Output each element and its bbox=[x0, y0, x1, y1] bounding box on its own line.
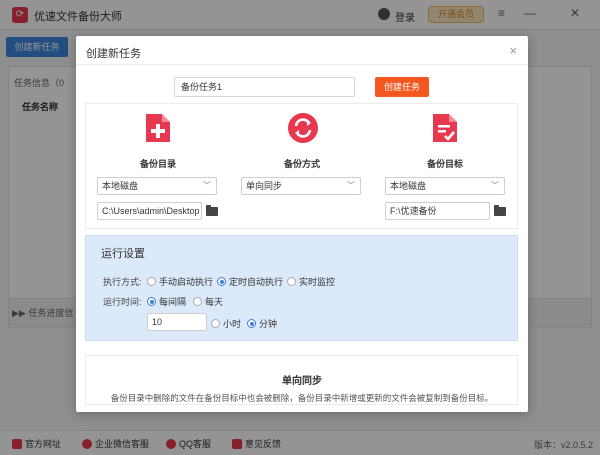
dialog-close-icon[interactable]: × bbox=[509, 43, 517, 58]
mode-scheduled-label: 定时自动执行 bbox=[229, 277, 284, 287]
unit-hour-radio[interactable]: 小时 bbox=[211, 317, 241, 330]
radio-dot bbox=[287, 277, 296, 286]
target-label: 备份目标 bbox=[426, 159, 463, 169]
mode-realtime-radio[interactable]: 实时监控 bbox=[287, 275, 335, 288]
file-check-icon bbox=[433, 114, 457, 142]
method-info-title: 单向同步 bbox=[282, 376, 322, 387]
mode-manual-radio[interactable]: 手动启动执行 bbox=[147, 275, 213, 288]
dialog-title: 创建新任务 bbox=[86, 48, 141, 60]
dialog-divider bbox=[76, 64, 528, 65]
time-interval-label: 每间隔 bbox=[159, 297, 187, 307]
source-type-select[interactable]: 本地磁盘 ﹀ bbox=[97, 177, 217, 195]
task-name-input[interactable]: 备份任务1 bbox=[174, 77, 355, 97]
method-value: 单向同步 bbox=[246, 181, 283, 191]
unit-hour-label: 小时 bbox=[223, 319, 242, 329]
interval-input[interactable]: 10 bbox=[147, 313, 207, 331]
source-type-value: 本地磁盘 bbox=[102, 181, 139, 191]
method-label: 备份方式 bbox=[283, 159, 320, 169]
mode-label: 执行方式: bbox=[103, 277, 142, 287]
run-settings-title: 运行设置 bbox=[101, 248, 145, 260]
radio-dot bbox=[193, 297, 202, 306]
method-select[interactable]: 单向同步 ﹀ bbox=[241, 177, 361, 195]
sync-icon bbox=[288, 113, 318, 143]
time-interval-radio[interactable]: 每间隔 bbox=[147, 295, 186, 308]
time-daily-label: 每天 bbox=[205, 297, 224, 307]
chevron-down-icon: ﹀ bbox=[491, 181, 499, 190]
target-type-select[interactable]: 本地磁盘 ﹀ bbox=[385, 177, 505, 195]
mode-scheduled-radio[interactable]: 定时自动执行 bbox=[217, 275, 283, 288]
radio-dot bbox=[147, 297, 156, 306]
radio-dot bbox=[147, 277, 156, 286]
target-type-value: 本地磁盘 bbox=[390, 181, 427, 191]
mode-manual-label: 手动启动执行 bbox=[159, 277, 214, 287]
target-path-input[interactable]: F:\优速备份 bbox=[385, 202, 490, 220]
source-label: 备份目录 bbox=[139, 159, 176, 169]
target-folder-icon[interactable] bbox=[494, 205, 506, 216]
mode-realtime-label: 实时监控 bbox=[299, 277, 336, 287]
radio-dot bbox=[247, 319, 256, 328]
radio-dot bbox=[211, 319, 220, 328]
time-label: 运行时间: bbox=[103, 297, 142, 307]
time-daily-radio[interactable]: 每天 bbox=[193, 295, 223, 308]
radio-dot bbox=[217, 277, 226, 286]
unit-minute-radio[interactable]: 分钟 bbox=[247, 317, 277, 330]
method-info-description: 备份目录中删除的文件在备份目标中也会被删除，备份目录中新增或更新的文件会被复制到… bbox=[110, 393, 494, 403]
source-path-input[interactable]: C:\Users\admin\Desktop bbox=[97, 202, 202, 220]
create-task-dialog: 创建新任务 × 备份任务1 创建任务 备份目录 本地磁盘 ﹀ C:\Users\… bbox=[76, 36, 528, 412]
file-plus-icon bbox=[146, 114, 170, 142]
source-folder-icon[interactable] bbox=[206, 205, 218, 216]
unit-minute-label: 分钟 bbox=[259, 319, 278, 329]
create-task-button[interactable]: 创建任务 bbox=[375, 77, 429, 97]
chevron-down-icon: ﹀ bbox=[203, 181, 211, 190]
chevron-down-icon: ﹀ bbox=[347, 181, 355, 190]
